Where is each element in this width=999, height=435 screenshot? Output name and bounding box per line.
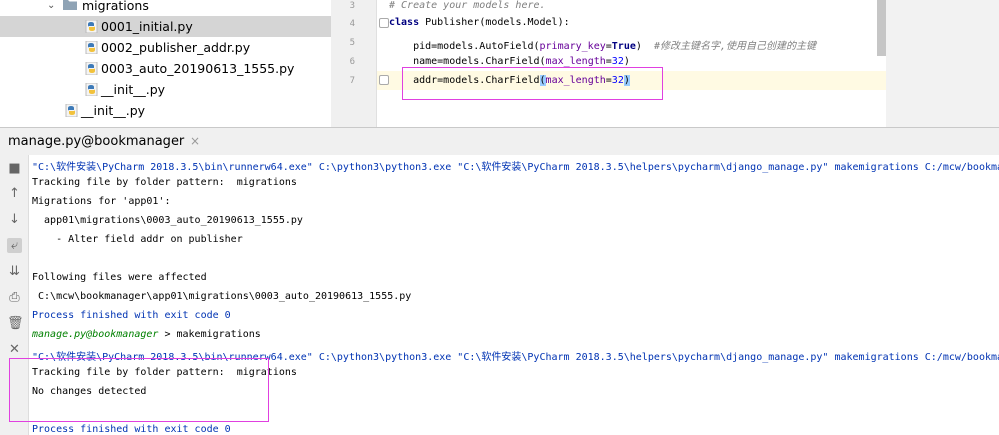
arrow-down-icon[interactable]: ↓ xyxy=(7,212,22,227)
console-prompt: manage.py@bookmanager > makemigrations xyxy=(32,329,261,340)
run-panel-header: manage.py@bookmanager × xyxy=(0,127,999,157)
line-number: 5 xyxy=(349,38,355,48)
python-file-icon xyxy=(85,83,98,96)
console-line: Tracking file by folder pattern: migrati… xyxy=(32,177,297,188)
tree-item-migrations-init[interactable]: __init__.py xyxy=(0,79,331,100)
highlight-box-console xyxy=(9,358,269,422)
code-line-4: class Publisher(models.Model): xyxy=(389,17,570,28)
tree-item-0003-auto[interactable]: 0003_auto_20190613_1555.py xyxy=(0,58,331,79)
number-literal: 32 xyxy=(611,56,624,67)
console-line: Following files were affected xyxy=(32,272,207,283)
code-line-3: # Create your models here. xyxy=(389,0,546,11)
param-name: primary_key xyxy=(539,41,606,52)
bool-literal: True xyxy=(611,41,636,52)
python-file-icon xyxy=(85,62,98,75)
line-number: 3 xyxy=(349,1,355,11)
tree-item-0002-publisher-addr[interactable]: 0002_publisher_addr.py xyxy=(0,37,331,58)
arrow-up-icon[interactable]: ↑ xyxy=(7,186,22,201)
close-icon[interactable]: × xyxy=(190,134,200,148)
prompt-name: manage.py@bookmanager xyxy=(32,329,159,340)
tree-item-label: 0001_initial.py xyxy=(101,19,193,34)
tab-run-manage-py[interactable]: manage.py@bookmanager xyxy=(8,134,184,149)
print-icon[interactable]: ⎙ xyxy=(7,290,22,305)
python-file-icon xyxy=(85,41,98,54)
close-icon[interactable]: ✕ xyxy=(7,342,22,357)
soft-wrap-icon[interactable]: ⤶ xyxy=(7,238,22,253)
code-line-6: name=models.CharField(max_length=32) xyxy=(389,56,630,67)
highlight-box-code xyxy=(402,67,663,100)
console-line: "C:\软件安装\PyCharm 2018.3.5\bin\runnerw64.… xyxy=(32,162,999,173)
tree-item-migrations-folder[interactable]: ⌄ migrations xyxy=(0,0,331,16)
tree-item-0001-initial[interactable]: 0001_initial.py xyxy=(0,16,331,37)
python-file-icon xyxy=(65,104,78,117)
tree-item-label: 0003_auto_20190613_1555.py xyxy=(101,61,295,76)
code-line-5: pid=models.AutoField(primary_key=True) #… xyxy=(389,37,816,52)
fold-marker-icon[interactable] xyxy=(379,75,389,85)
editor-right-area xyxy=(886,0,999,127)
console-line: Process finished with exit code 0 xyxy=(32,310,231,321)
comment: #修改主键名字,使用自己创建的主键 xyxy=(653,41,816,52)
code-text: pid=models.AutoField( xyxy=(389,41,540,52)
code-text: ) xyxy=(623,56,630,67)
stop-icon[interactable]: ■ xyxy=(7,161,22,176)
editor-gutter: 3 4 5 6 7 xyxy=(331,0,377,127)
console-line: Process finished with exit code 0 xyxy=(32,424,231,435)
project-tree: ⌄ migrations 0001_initial.py 0002_publis… xyxy=(0,0,332,127)
line-number: 6 xyxy=(349,57,355,67)
code-text: ) xyxy=(635,41,654,52)
line-number: 4 xyxy=(349,19,355,29)
tree-item-label: __init__.py xyxy=(101,82,166,97)
console-line: C:\mcw\bookmanager\app01\migrations\0003… xyxy=(32,291,412,302)
console-line: Migrations for 'app01': xyxy=(32,196,171,207)
keyword: class xyxy=(389,17,420,28)
param-name: max_length xyxy=(545,56,606,67)
code-text: Publisher(models.Model): xyxy=(419,17,570,28)
console-line: - Alter field addr on publisher xyxy=(32,234,243,245)
tree-item-label: 0002_publisher_addr.py xyxy=(101,40,251,55)
code-editor[interactable]: 3 4 5 6 7 # Create your models here. cla… xyxy=(331,0,886,127)
python-file-icon xyxy=(85,20,98,33)
folder-icon xyxy=(63,0,77,10)
tree-item-label: migrations xyxy=(82,0,149,13)
tree-item-label: __init__.py xyxy=(81,103,146,118)
chevron-down-icon[interactable]: ⌄ xyxy=(47,0,55,16)
trash-icon[interactable]: 🗑 xyxy=(7,316,24,331)
editor-scrollbar-thumb[interactable] xyxy=(877,0,886,56)
tree-item-app-init[interactable]: __init__.py xyxy=(0,100,331,121)
code-text: name=models.CharField( xyxy=(389,56,546,67)
prompt-arrow: > xyxy=(158,329,177,340)
scroll-to-end-icon[interactable]: ⇊ xyxy=(7,264,22,279)
line-number: 7 xyxy=(349,76,355,86)
fold-marker-icon[interactable] xyxy=(379,18,389,28)
prompt-command: makemigrations xyxy=(176,329,261,340)
console-line: app01\migrations\0003_auto_20190613_1555… xyxy=(32,215,303,226)
